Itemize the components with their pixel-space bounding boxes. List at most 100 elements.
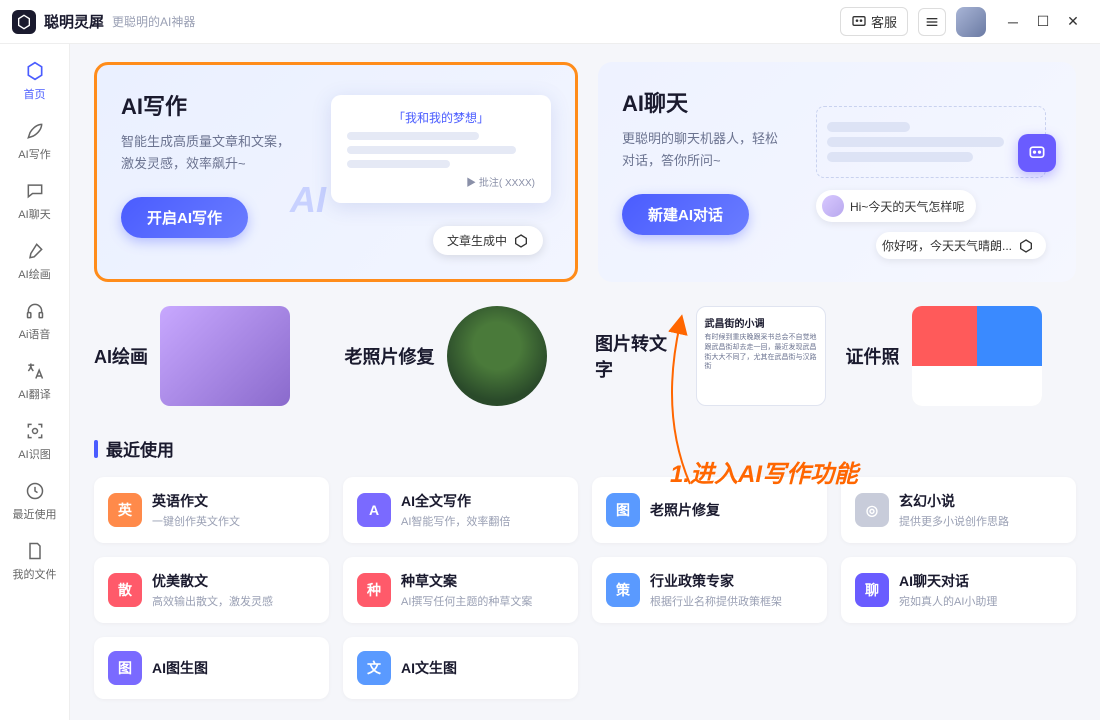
headphone-icon <box>24 300 46 322</box>
chat-fab-icon <box>1018 134 1056 172</box>
recent-icon: ◎ <box>855 493 889 527</box>
hero-chat-title: AI聊天 <box>622 86 778 118</box>
sidebar-label: Ai语音 <box>19 326 51 342</box>
hamburger-icon <box>924 14 940 30</box>
tile-title: 证件照 <box>846 343 900 369</box>
recent-name: 种草文案 <box>401 571 532 591</box>
recent-card[interactable]: 散优美散文高效输出散文，激发灵感 <box>94 557 329 623</box>
tile-title: AI绘画 <box>94 343 148 369</box>
sidebar: 首页 AI写作 AI聊天 AI绘画 Ai语音 AI翻译 AI识图 最近使用 <box>0 44 70 720</box>
chat-bubble-user: Hi~今天的天气怎样呢 <box>816 190 976 222</box>
scan-icon <box>24 420 46 442</box>
feather-icon <box>24 120 46 142</box>
sidebar-label: AI聊天 <box>18 206 50 222</box>
generating-pill: 文章生成中 <box>433 226 543 255</box>
recent-icon: 图 <box>108 651 142 685</box>
sidebar-item-home[interactable]: 首页 <box>5 52 65 110</box>
recent-icon: A <box>357 493 391 527</box>
recent-card[interactable]: 英英语作文一键创作英文作文 <box>94 477 329 543</box>
recent-icon: 聊 <box>855 573 889 607</box>
sidebar-item-vision[interactable]: AI识图 <box>5 412 65 470</box>
sidebar-item-write[interactable]: AI写作 <box>5 112 65 170</box>
recent-icon: 种 <box>357 573 391 607</box>
recent-name: AI聊天对话 <box>899 571 997 591</box>
recent-card[interactable]: 文AI文生图 <box>343 637 578 699</box>
hex-icon <box>513 233 529 249</box>
recent-sub: AI智能写作，效率翻倍 <box>401 513 510 529</box>
tile-thumb-idphoto <box>912 306 1042 406</box>
recent-icon: 散 <box>108 573 142 607</box>
recent-name: 优美散文 <box>152 571 273 591</box>
recent-name: AI文生图 <box>401 658 457 678</box>
sidebar-item-translate[interactable]: AI翻译 <box>5 352 65 410</box>
recent-name: AI图生图 <box>152 658 208 678</box>
hero-card-chat[interactable]: AI聊天 更聪明的聊天机器人，轻松 对话，答你所问~ 新建AI对话 Hi~今 <box>598 62 1076 282</box>
sidebar-label: 最近使用 <box>13 506 57 522</box>
tile-thumb-photo <box>447 306 547 406</box>
chat-bubble-icon <box>24 180 46 202</box>
recent-card[interactable]: 种种草文案 AI撰写任何主题的种草文案 <box>343 557 578 623</box>
clock-icon <box>24 480 46 502</box>
recent-sub: AI撰写任何主题的种草文案 <box>401 593 532 609</box>
support-button[interactable]: 客服 <box>840 7 908 36</box>
sidebar-label: AI翻译 <box>18 386 50 402</box>
chat-preview: Hi~今天的天气怎样呢 你好呀，今天天气晴朗... <box>816 106 1046 269</box>
preview-title: 「我和我的梦想」 <box>347 109 535 126</box>
recent-sub: 高效输出散文，激发灵感 <box>152 593 273 609</box>
new-ai-chat-button[interactable]: 新建AI对话 <box>622 194 749 235</box>
start-ai-write-button[interactable]: 开启AI写作 <box>121 197 248 238</box>
recent-card[interactable]: A AI全文写作 AI智能写作，效率翻倍 <box>343 477 578 543</box>
sidebar-item-recent[interactable]: 最近使用 <box>5 472 65 530</box>
tile-thumb-ocr: 武昌街的小调 有时候到重庆晚跟采书总会不自觉地跟武昌街却去走一回，最近发现武昌街… <box>696 306 826 406</box>
write-preview-window: 「我和我的梦想」 ▶ 批注( XXXX) <box>331 95 551 203</box>
app-logo <box>12 10 36 34</box>
sidebar-item-voice[interactable]: Ai语音 <box>5 292 65 350</box>
preview-note: ▶ 批注( XXXX) <box>347 174 535 189</box>
recent-sub: 提供更多小说创作思路 <box>899 513 1009 529</box>
recent-icon: 英 <box>108 493 142 527</box>
hero-write-desc: 智能生成高质量文章和文案， 激发灵感，效率飙升~ <box>121 131 290 175</box>
app-tagline: 更聪明的AI神器 <box>112 13 195 30</box>
brush-icon <box>24 240 46 262</box>
recent-grid: 英英语作文一键创作英文作文AAI全文写作AI智能写作，效率翻倍图老照片修复◎玄幻… <box>94 477 1076 699</box>
sidebar-item-paint[interactable]: AI绘画 <box>5 232 65 290</box>
tile-title: 图片转文字 <box>595 330 684 382</box>
recent-name: AI全文写作 <box>401 491 510 511</box>
file-icon <box>24 540 46 562</box>
recent-name: 行业政策专家 <box>650 571 782 591</box>
sidebar-label: AI写作 <box>18 146 50 162</box>
recent-card[interactable]: 聊 AI聊天对话宛如真人的AI小助理 <box>841 557 1076 623</box>
close-button[interactable]: ✕ <box>1058 7 1088 37</box>
chat-icon <box>851 14 867 30</box>
recent-card[interactable]: ◎ 玄幻小说提供更多小说创作思路 <box>841 477 1076 543</box>
sidebar-label: 首页 <box>24 86 46 102</box>
home-icon <box>24 60 46 82</box>
recent-card[interactable]: 策行业政策专家根据行业名称提供政策框架 <box>592 557 827 623</box>
sidebar-label: AI识图 <box>18 446 50 462</box>
feature-tiles: AI绘画 老照片修复 图片转文字 武昌街的小调 有时候到重庆晚跟采书总会不自觉地… <box>94 306 1076 406</box>
recent-sub: 宛如真人的AI小助理 <box>899 593 997 609</box>
chat-bubble-ai: 你好呀，今天天气晴朗... <box>876 232 1046 259</box>
tile-ocr[interactable]: 图片转文字 武昌街的小调 有时候到重庆晚跟采书总会不自觉地跟武昌街却去走一回，最… <box>595 306 826 406</box>
sidebar-item-chat[interactable]: AI聊天 <box>5 172 65 230</box>
tile-ai-paint[interactable]: AI绘画 <box>94 306 325 406</box>
minimize-button[interactable]: ─ <box>998 7 1028 37</box>
recent-sub: 一键创作英文作文 <box>152 513 240 529</box>
sidebar-label: 我的文件 <box>13 566 57 582</box>
tile-title: 老照片修复 <box>345 343 435 369</box>
sidebar-item-files[interactable]: 我的文件 <box>5 532 65 590</box>
maximize-button[interactable]: ☐ <box>1028 7 1058 37</box>
hamburger-button[interactable] <box>918 8 946 36</box>
recent-name: 老照片修复 <box>650 500 720 520</box>
recent-icon: 图 <box>606 493 640 527</box>
main-content: AI写作 智能生成高质量文章和文案， 激发灵感，效率飙升~ 开启AI写作 AI … <box>70 44 1100 720</box>
tile-id-photo[interactable]: 证件照 <box>846 306 1077 406</box>
recent-name: 玄幻小说 <box>899 491 1009 511</box>
translate-icon <box>24 360 46 382</box>
tile-photo-restore[interactable]: 老照片修复 <box>345 306 576 406</box>
recent-card[interactable]: 图老照片修复 <box>592 477 827 543</box>
hero-card-write[interactable]: AI写作 智能生成高质量文章和文案， 激发灵感，效率飙升~ 开启AI写作 AI … <box>94 62 578 282</box>
ai-badge: AI <box>290 179 326 221</box>
user-avatar[interactable] <box>956 7 986 37</box>
recent-card[interactable]: 图 AI图生图 <box>94 637 329 699</box>
